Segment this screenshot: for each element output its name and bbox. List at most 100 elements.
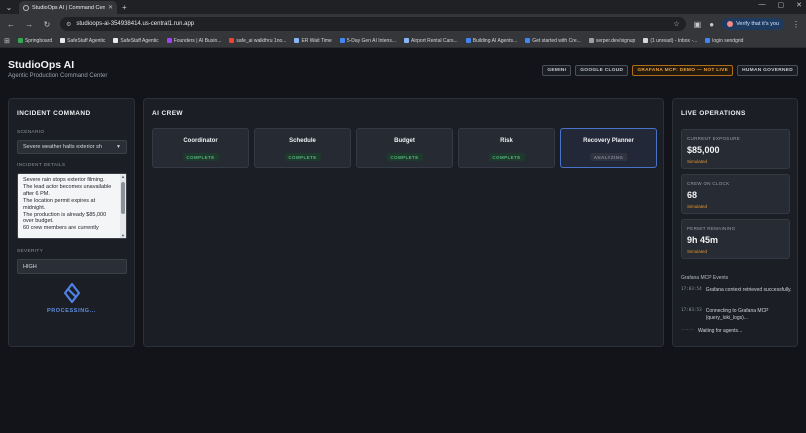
tab-close-icon[interactable]: ✕ bbox=[108, 4, 113, 11]
omnibox[interactable]: ⚙ studioops-ai-354938414.us-central1.run… bbox=[60, 17, 686, 31]
bookmark-item[interactable]: Get started with Cre... bbox=[525, 38, 581, 44]
panel-title: INCIDENT COMMAND bbox=[17, 110, 91, 117]
scenario-select[interactable]: Severe weather halts exterior sh ▼ bbox=[17, 140, 127, 154]
verify-label: Verify that it's you bbox=[736, 21, 779, 27]
panel-title: LIVE OPERATIONS bbox=[681, 110, 746, 117]
stat-value: 68 bbox=[687, 190, 698, 200]
severity-label: SEVERITY bbox=[17, 249, 44, 254]
verify-identity-button[interactable]: Verify that it's you bbox=[722, 18, 784, 30]
bookmark-item[interactable]: (1 unread) - Inbox -... bbox=[643, 38, 697, 44]
back-icon[interactable]: ← bbox=[6, 20, 16, 29]
browser-tab[interactable]: StudioOps AI | Command Cente ✕ bbox=[19, 1, 117, 14]
bookmark-label: login sendgrid bbox=[712, 37, 744, 44]
close-window-icon[interactable]: ✕ bbox=[796, 1, 802, 9]
agent-name: Recovery Planner bbox=[583, 138, 634, 144]
scenario-label: SCENARIO bbox=[17, 130, 45, 135]
agent-name: Coordinator bbox=[183, 138, 218, 144]
bookmark-item[interactable]: login sendgrid bbox=[705, 38, 743, 44]
bookmark-label: (1 unread) - Inbox -... bbox=[650, 37, 698, 44]
live-operations-panel: LIVE OPERATIONS CURRENT EXPOSURE $85,000… bbox=[672, 98, 798, 347]
apps-grid-icon[interactable]: ⊞ bbox=[4, 37, 10, 45]
event-text: Connecting to Grafana MCP (query_loki_lo… bbox=[705, 308, 769, 321]
bookmark-label: Springboard bbox=[24, 37, 53, 44]
app-root: StudioOps AI Agentic Production Command … bbox=[0, 48, 806, 433]
agent-card-schedule[interactable]: Schedule COMPLETE bbox=[254, 128, 351, 168]
bookmark-label: safe_ai walkthru 1no... bbox=[236, 37, 287, 44]
scroll-thumb[interactable] bbox=[121, 182, 125, 214]
incident-details-label: INCIDENT DETAILS bbox=[17, 163, 66, 168]
browser-menu-icon[interactable]: ⋮ bbox=[792, 20, 800, 29]
app-title: StudioOps AI bbox=[8, 59, 75, 71]
stat-tag: Simulated bbox=[687, 249, 708, 254]
bookmark-item[interactable]: SafeStaff Agentic bbox=[60, 38, 105, 44]
bookmark-item[interactable]: Springboard bbox=[17, 37, 53, 44]
agent-card-coordinator[interactable]: Coordinator COMPLETE bbox=[152, 128, 249, 168]
incident-details-text: Severe rain stops exterior filming. The … bbox=[23, 177, 112, 232]
forward-icon[interactable]: → bbox=[24, 20, 34, 29]
event-time: 17:03:54 bbox=[681, 287, 702, 292]
event-item: ----- Waiting for agents... bbox=[681, 328, 793, 335]
agent-name: Budget bbox=[394, 138, 415, 144]
maximize-icon[interactable]: ▢ bbox=[778, 1, 785, 9]
details-scrollbar[interactable]: ▲ ▼ bbox=[120, 174, 126, 238]
severity-field[interactable]: HIGH bbox=[17, 259, 127, 274]
event-item: 17:03:53 Connecting to Grafana MCP (quer… bbox=[681, 308, 793, 321]
scroll-down-icon[interactable]: ▼ bbox=[120, 233, 126, 238]
address-bar-row: ← → ↻ ⚙ studioops-ai-354938414.us-centra… bbox=[0, 14, 806, 34]
panel-title: AI CREW bbox=[152, 110, 183, 117]
badge-grafana-mcp: GRAFANA MCP: DEMO — NOT LIVE bbox=[632, 65, 734, 76]
bookmark-label: Founders | AI Busin... bbox=[173, 37, 222, 44]
tab-search-icon[interactable]: ⌄ bbox=[3, 1, 15, 13]
agent-status-badge: COMPLETE bbox=[182, 153, 219, 161]
severity-value: HIGH bbox=[23, 263, 37, 270]
agent-card-budget[interactable]: Budget COMPLETE bbox=[356, 128, 453, 168]
stat-label: CREW ON CLOCK bbox=[687, 181, 730, 186]
bookmark-label: serper.dev/signup bbox=[595, 37, 636, 44]
side-panel-icon[interactable]: ▣ bbox=[694, 20, 702, 29]
bookmark-item[interactable]: Building AI Agents... bbox=[465, 38, 517, 44]
url-text[interactable]: studioops-ai-354938414.us-central1.run.a… bbox=[76, 21, 668, 27]
processing-status: PROCESSING... bbox=[46, 308, 97, 314]
stat-value: 9h 45m bbox=[687, 235, 719, 245]
bookmark-label: Airport Rental Cars... bbox=[411, 37, 458, 44]
agent-card-recovery-planner[interactable]: Recovery Planner ANALYZING bbox=[560, 128, 657, 168]
agent-status-badge: COMPLETE bbox=[488, 153, 525, 161]
bookmark-label: ER Wait Time bbox=[301, 37, 332, 44]
site-info-icon[interactable]: ⚙ bbox=[66, 21, 71, 28]
badge-google-cloud: GOOGLE CLOUD bbox=[575, 65, 629, 76]
event-time: ----- bbox=[681, 328, 694, 333]
stat-label: CURRENT EXPOSURE bbox=[687, 136, 740, 141]
bookmark-item[interactable]: safe_ai walkthru 1no... bbox=[229, 38, 286, 44]
profile-icon[interactable]: ● bbox=[709, 20, 714, 29]
event-time: 17:03:53 bbox=[681, 308, 702, 313]
agent-status-badge: COMPLETE bbox=[284, 153, 321, 161]
minimize-icon[interactable]: — bbox=[759, 1, 766, 9]
bookmark-item[interactable]: Founders | AI Busin... bbox=[166, 37, 222, 44]
bookmark-item[interactable]: SafeStaff Agentic bbox=[113, 38, 159, 44]
reload-icon[interactable]: ↻ bbox=[42, 20, 52, 29]
bookmarks-bar: ⊞ Springboard SafeStaff Agentic SafeStaf… bbox=[0, 34, 806, 48]
incident-command-panel: INCIDENT COMMAND SCENARIO Severe weather… bbox=[8, 98, 135, 347]
tab-title: StudioOps AI | Command Cente bbox=[32, 4, 105, 11]
agent-card-risk[interactable]: Risk COMPLETE bbox=[458, 128, 555, 168]
bookmark-item[interactable]: serper.dev/signup bbox=[588, 37, 636, 44]
new-tab-icon[interactable]: + bbox=[122, 3, 127, 12]
scenario-value: Severe weather halts exterior sh bbox=[23, 144, 102, 150]
bookmark-item[interactable]: Airport Rental Cars... bbox=[404, 38, 458, 44]
bookmark-item[interactable]: 5-Day Gen AI Intens... bbox=[339, 38, 396, 44]
badge-gemini: GEMINI bbox=[542, 65, 572, 76]
incident-details-textarea[interactable]: Severe rain stops exterior filming. The … bbox=[17, 173, 127, 239]
browser-tab-strip: ⌄ StudioOps AI | Command Cente ✕ + — ▢ ✕ bbox=[0, 0, 806, 14]
bookmark-star-icon[interactable]: ☆ bbox=[673, 20, 679, 28]
stat-card-permit: PERMIT REMAINING 9h 45m Simulated bbox=[681, 219, 790, 259]
stat-card-crew: CREW ON CLOCK 68 Simulated bbox=[681, 174, 790, 214]
badge-human-governed: HUMAN GOVERNED bbox=[737, 65, 798, 76]
avatar bbox=[727, 21, 734, 27]
agent-name: Risk bbox=[500, 138, 513, 144]
stat-label: PERMIT REMAINING bbox=[687, 226, 736, 231]
bookmark-label: Get started with Cre... bbox=[532, 37, 581, 44]
bookmark-label: SafeStaff Agentic bbox=[67, 37, 106, 44]
bookmark-item[interactable]: ER Wait Time bbox=[294, 37, 332, 44]
agent-list: Coordinator COMPLETE Schedule COMPLETE B… bbox=[152, 128, 657, 168]
scroll-up-icon[interactable]: ▲ bbox=[120, 174, 126, 179]
